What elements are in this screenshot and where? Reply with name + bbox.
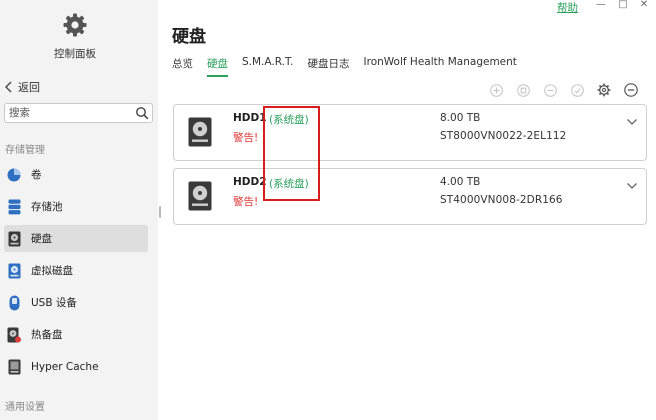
- sidebar-item-label: 存储池: [31, 201, 63, 213]
- search-icon[interactable]: [135, 106, 149, 120]
- control-panel-label: 控制面板: [54, 48, 96, 60]
- hot-spare-icon: [7, 327, 21, 343]
- section-title-general: 通用设置: [5, 402, 45, 413]
- tab-smart[interactable]: S.M.A.R.T.: [242, 56, 294, 77]
- sidebar: 控制面板 返回 存储管理 卷 存储池 硬盘 虚拟磁盘: [0, 0, 158, 420]
- tab-disk[interactable]: 硬盘: [207, 56, 228, 77]
- sidebar-item-hard-disk[interactable]: 硬盘: [4, 225, 148, 252]
- back-button[interactable]: 返回: [4, 79, 40, 95]
- disk-name: HDD2: [233, 176, 267, 188]
- search-box: [4, 103, 153, 123]
- sidebar-item-hyper-cache[interactable]: Hyper Cache: [4, 353, 148, 380]
- annotation-highlight-box: [263, 106, 320, 201]
- tab-ironwolf-health[interactable]: IronWolf Health Management: [364, 56, 517, 77]
- section-title-storage: 存储管理: [5, 145, 45, 156]
- tab-overview[interactable]: 总览: [172, 56, 193, 77]
- tab-bar: 总览 硬盘 S.M.A.R.T. 硬盘日志 IronWolf Health Ma…: [172, 56, 531, 77]
- tab-disk-log[interactable]: 硬盘日志: [308, 56, 350, 77]
- add-circle-icon[interactable]: [489, 83, 503, 97]
- sidebar-item-label: 卷: [31, 169, 42, 181]
- maximize-button[interactable]: □: [617, 0, 629, 10]
- close-button[interactable]: ✕: [638, 0, 650, 10]
- disk-capacity: 4.00 TB: [440, 176, 481, 188]
- virtual-disk-icon: [7, 263, 21, 279]
- sidebar-item-storage-pool[interactable]: 存储池: [4, 193, 148, 220]
- search-input[interactable]: [5, 104, 125, 122]
- sidebar-item-usb-device[interactable]: USB 设备: [4, 289, 148, 316]
- settings-gear-icon[interactable]: [597, 83, 611, 97]
- sidebar-item-hot-spare[interactable]: 热备盘: [4, 321, 148, 348]
- sidebar-item-label: Hyper Cache: [31, 360, 99, 373]
- disk-model: ST4000VN008-2DR166: [440, 194, 563, 206]
- info-circle-icon[interactable]: [516, 83, 530, 97]
- disk-card[interactable]: HDD1 (系统盘) 警告! 8.00 TB ST8000VN0022-2EL1…: [173, 104, 647, 161]
- help-link[interactable]: 帮助: [557, 0, 578, 15]
- warning-status: 警告!: [233, 196, 259, 208]
- disk-card[interactable]: HDD2 (系统盘) 警告! 4.00 TB ST4000VN008-2DR16…: [173, 168, 647, 225]
- sidebar-item-label: 热备盘: [31, 329, 63, 341]
- sidebar-item-label: 虚拟磁盘: [31, 265, 73, 277]
- sidebar-item-label: 硬盘: [31, 233, 52, 245]
- sidebar-item-label: USB 设备: [31, 297, 77, 309]
- toolbar: [489, 83, 651, 97]
- usb-device-icon: [7, 295, 21, 311]
- disk-name: HDD1: [233, 112, 267, 124]
- chevron-down-icon[interactable]: [626, 181, 638, 191]
- hard-disk-icon: [188, 117, 212, 147]
- sidebar-scrollbar[interactable]: [159, 206, 161, 218]
- hard-disk-icon: [188, 181, 212, 211]
- hyper-cache-icon: [7, 359, 21, 375]
- chevron-down-icon[interactable]: [626, 117, 638, 127]
- storage-pool-icon: [7, 199, 21, 215]
- warning-status: 警告!: [233, 132, 259, 144]
- control-panel-header: 控制面板: [0, 12, 150, 61]
- hard-disk-icon: [7, 231, 21, 247]
- disk-capacity: 8.00 TB: [440, 112, 481, 124]
- volume-pie-icon: [7, 167, 21, 183]
- chevron-left-icon: [5, 81, 12, 93]
- more-circle-icon[interactable]: [624, 83, 638, 97]
- page-title: 硬盘: [172, 27, 206, 47]
- minimize-button[interactable]: —: [595, 0, 607, 10]
- sidebar-item-virtual-disk[interactable]: 虚拟磁盘: [4, 257, 148, 284]
- check-circle-icon[interactable]: [570, 83, 584, 97]
- remove-circle-icon[interactable]: [543, 83, 557, 97]
- control-panel-gear-icon: [62, 12, 88, 38]
- back-label: 返回: [18, 81, 40, 94]
- disk-model: ST8000VN0022-2EL112: [440, 130, 567, 142]
- sidebar-item-volume[interactable]: 卷: [4, 161, 148, 188]
